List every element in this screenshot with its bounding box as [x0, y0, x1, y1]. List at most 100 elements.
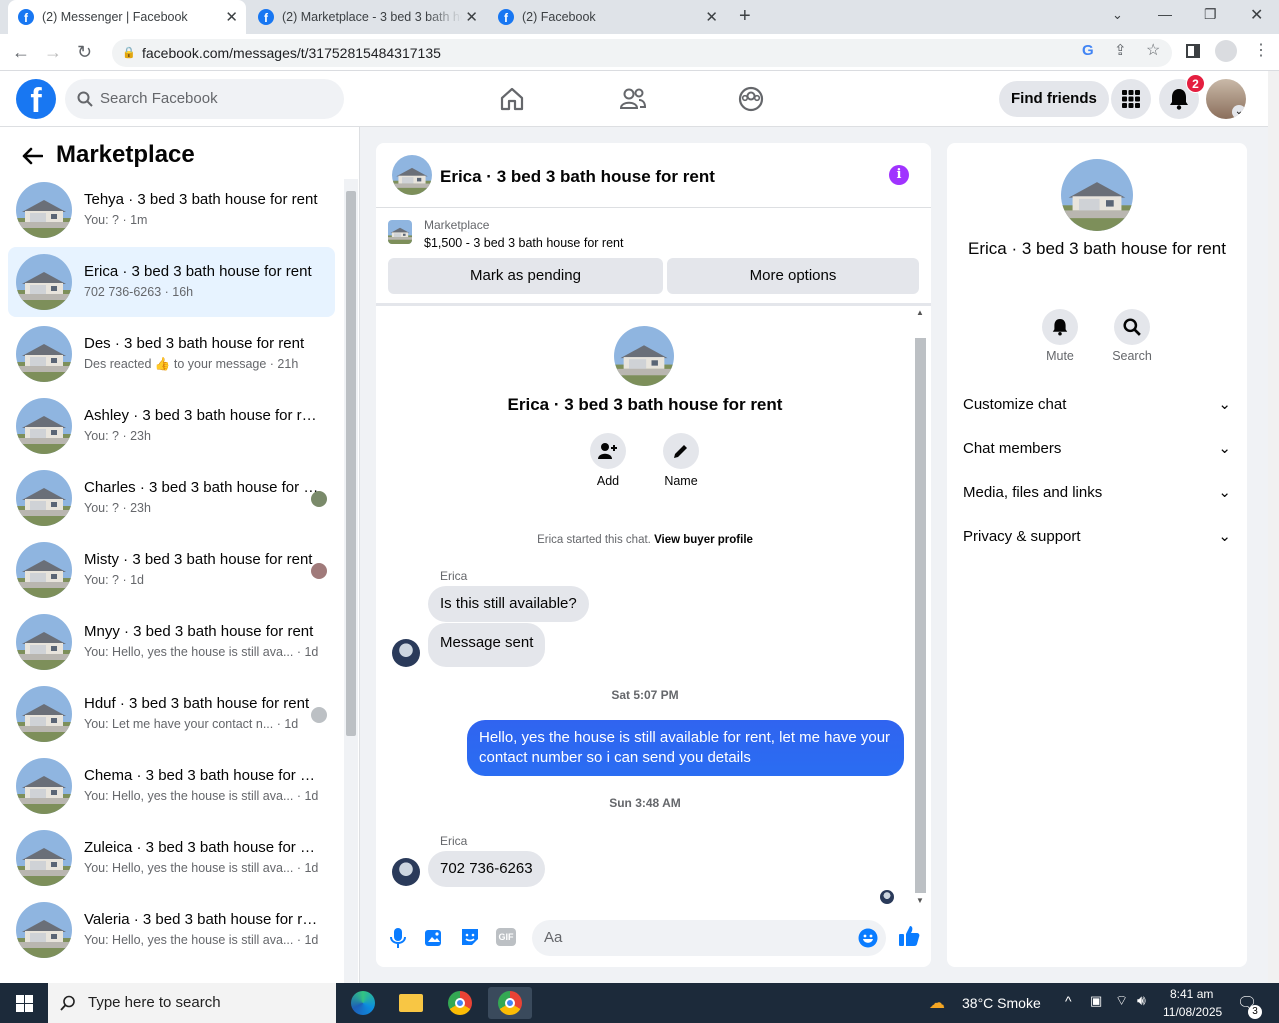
mute-button[interactable] [1042, 309, 1078, 345]
conversation-item[interactable]: Misty · 3 bed 3 bath house for rent You: … [8, 535, 335, 605]
chrome-profile-taskbar-icon[interactable] [488, 987, 532, 1019]
conversation-item[interactable]: Mnyy · 3 bed 3 bath house for rent You: H… [8, 607, 335, 677]
conversation-item[interactable]: Des · 3 bed 3 bath house for rent Des rea… [8, 319, 335, 389]
scrollbar-thumb[interactable] [346, 191, 356, 736]
bookmark-star-icon[interactable]: ☆ [1146, 40, 1160, 60]
conversation-name: Mnyy · 3 bed 3 bath house for rent [84, 623, 314, 640]
conversation-item[interactable]: Zuleica · 3 bed 3 bath house for rent You… [8, 823, 335, 893]
back-icon[interactable]: ← [12, 42, 30, 63]
mark-as-pending-button[interactable]: Mark as pending [388, 258, 663, 294]
gif-icon[interactable]: GIF [496, 928, 516, 946]
volume-icon[interactable]: 🔊︎ [1137, 992, 1146, 1009]
clock-date[interactable]: 11/08/2025 [1163, 1005, 1222, 1019]
page-title: Marketplace [56, 141, 195, 168]
profile-avatar[interactable] [614, 326, 674, 386]
search-in-chat-button[interactable] [1114, 309, 1150, 345]
close-tab-icon[interactable]: ✕ [465, 8, 478, 26]
chrome-taskbar-icon[interactable] [438, 987, 482, 1019]
chat-avatar[interactable] [392, 155, 432, 195]
media-files-links-section[interactable]: Media, files and links ⌄ [963, 483, 1231, 502]
groups-icon[interactable] [738, 86, 764, 112]
erica-avatar[interactable] [392, 858, 420, 886]
conversation-item[interactable]: Valeria · 3 bed 3 bath house for rent You… [8, 895, 335, 965]
weather-icon[interactable]: ☁ [929, 993, 945, 1013]
name-chat-button[interactable] [663, 433, 699, 469]
message-bubble[interactable]: Is this still available? [428, 586, 589, 622]
privacy-support-section[interactable]: Privacy & support ⌄ [963, 527, 1231, 546]
scrollbar-thumb[interactable] [915, 338, 926, 893]
sticker-icon[interactable] [460, 927, 480, 947]
conversation-preview: You: Hello, yes the house is still ava..… [84, 789, 319, 803]
home-icon[interactable] [499, 86, 525, 112]
menu-kebab-icon[interactable]: ⋮ [1253, 40, 1269, 60]
conversation-item[interactable]: Ashley · 3 bed 3 bath house for rent You:… [8, 391, 335, 461]
more-options-button[interactable]: More options [667, 258, 919, 294]
chat-members-section[interactable]: Chat members ⌄ [963, 439, 1231, 458]
conversation-item[interactable]: Hduf · 3 bed 3 bath house for rent You: L… [8, 679, 335, 749]
chevron-up-icon[interactable]: ^ [1065, 993, 1072, 1009]
conversation-item[interactable]: Tehya · 3 bed 3 bath house for rent You: … [8, 175, 335, 245]
meet-icon[interactable]: ▣ [1090, 993, 1102, 1009]
chat-scrollbar[interactable]: ▲ ▼ [914, 308, 928, 908]
conversation-avatar [16, 542, 72, 598]
facebook-logo-icon[interactable]: f [16, 79, 56, 119]
minimize-icon[interactable]: — [1158, 6, 1172, 22]
close-window-icon[interactable]: ✕ [1250, 5, 1263, 25]
menu-grid-button[interactable] [1111, 79, 1151, 119]
microphone-icon[interactable] [390, 927, 406, 949]
erica-avatar[interactable] [392, 639, 420, 667]
conversation-item[interactable]: Charles · 3 bed 3 bath house for rent You… [8, 463, 335, 533]
listing-thumbnail[interactable] [388, 220, 412, 244]
edge-taskbar-icon[interactable] [341, 987, 385, 1019]
reload-icon[interactable]: ↻ [77, 42, 92, 63]
share-icon[interactable]: ⇪ [1114, 41, 1127, 59]
photo-icon[interactable] [424, 927, 444, 947]
restore-icon[interactable]: ❐ [1204, 6, 1217, 23]
chat-title[interactable]: Erica · 3 bed 3 bath house for rent [440, 167, 715, 187]
google-icon[interactable]: G [1082, 42, 1094, 59]
forward-icon[interactable]: → [44, 42, 62, 63]
add-people-button[interactable] [590, 433, 626, 469]
search-input[interactable]: Search Facebook [65, 79, 344, 119]
clock-time[interactable]: 8:41 am [1170, 987, 1213, 1001]
message-bubble[interactable]: 702 736-6263 [428, 851, 545, 887]
weather-text[interactable]: 38°C Smoke [962, 995, 1041, 1011]
back-arrow-icon[interactable] [21, 147, 43, 165]
conversation-item[interactable]: Erica · 3 bed 3 bath house for rent 702 7… [8, 247, 335, 317]
scroll-up-icon[interactable]: ▲ [916, 308, 924, 317]
info-icon[interactable]: i [889, 165, 909, 185]
scrollbar[interactable] [344, 179, 358, 983]
close-tab-icon[interactable]: ✕ [225, 8, 238, 26]
view-buyer-profile-link[interactable]: View buyer profile [654, 534, 753, 546]
url-field[interactable]: 🔒 facebook.com/messages/t/31752815484317… [112, 39, 1172, 67]
wifi-icon[interactable]: ⌔ [1115, 992, 1128, 1010]
my-message-bubble[interactable]: Hello, yes the house is still available … [467, 720, 904, 776]
section-label: Media, files and links [963, 483, 1103, 501]
account-avatar[interactable]: ⌄ [1206, 79, 1246, 119]
page-scrollbar[interactable] [1268, 71, 1279, 983]
emoji-icon[interactable] [858, 928, 878, 948]
close-tab-icon[interactable]: ✕ [705, 8, 718, 26]
side-panel-icon[interactable] [1186, 44, 1200, 58]
listing-title[interactable]: $1,500 - 3 bed 3 bath house for rent [424, 236, 623, 250]
conversation-item[interactable]: Chema · 3 bed 3 bath house for rent You: … [8, 751, 335, 821]
friends-icon[interactable] [619, 86, 647, 112]
thumbs-up-icon[interactable] [898, 925, 920, 947]
new-tab-icon[interactable]: + [739, 5, 751, 28]
search-icon [60, 995, 75, 1011]
tab-facebook[interactable]: f (2) Facebook ✕ [488, 0, 726, 34]
customize-chat-section[interactable]: Customize chat ⌄ [963, 395, 1231, 414]
find-friends-button[interactable]: Find friends [999, 81, 1109, 117]
file-explorer-taskbar-icon[interactable] [389, 987, 433, 1019]
notifications-button[interactable]: 2 [1159, 74, 1205, 119]
taskbar-search-input[interactable]: Type here to search [48, 983, 336, 1023]
scroll-down-icon[interactable]: ▼ [916, 896, 924, 905]
message-bubble[interactable]: Message sent [428, 623, 546, 667]
tab-search-icon[interactable]: ⌄ [1112, 7, 1123, 23]
message-input[interactable]: Aa [532, 920, 886, 956]
tab-marketplace[interactable]: f (2) Marketplace - 3 bed 3 bath house f… [248, 0, 486, 34]
info-avatar[interactable] [1061, 159, 1133, 231]
windows-start-icon[interactable] [16, 995, 33, 1012]
tab-messenger[interactable]: f (2) Messenger | Facebook ✕ [8, 0, 246, 34]
profile-icon[interactable] [1215, 40, 1237, 62]
